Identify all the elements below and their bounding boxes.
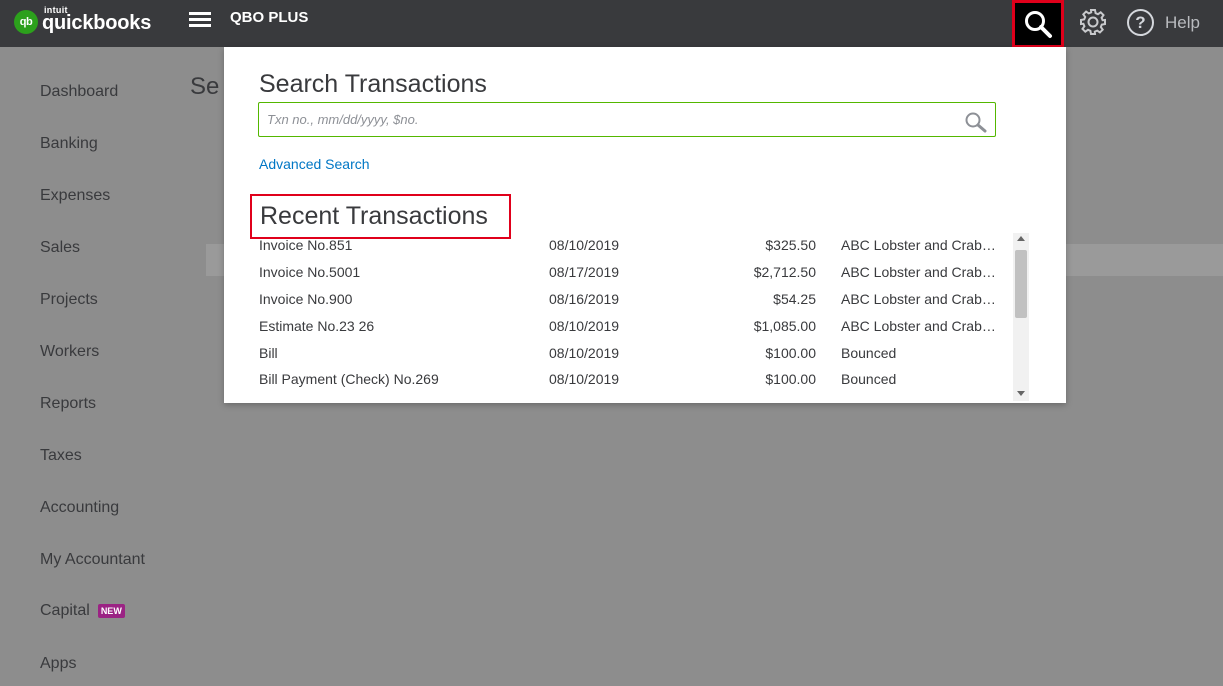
company-name: QBO PLUS — [230, 9, 309, 26]
sidebar-item-label: Taxes — [40, 447, 82, 464]
page-title: Se — [190, 73, 220, 100]
txn-amount: $325.50 — [765, 237, 816, 253]
txn-amount: $100.00 — [765, 371, 816, 387]
table-row[interactable]: Estimate No.23 26 08/10/2019 $1,085.00 A… — [259, 314, 1014, 341]
search-icon — [1025, 11, 1052, 38]
txn-name: Bill Payment (Check) No.269 — [259, 371, 439, 387]
txn-date: 08/17/2019 — [549, 264, 620, 280]
sidebar-item-label: Projects — [40, 291, 98, 308]
sidebar-item-label: Sales — [40, 239, 81, 256]
sidebar-item-label: Capital — [40, 602, 90, 619]
txn-payee: ABC Lobster and Crab Co. — [841, 318, 996, 334]
scroll-thumb[interactable] — [1015, 250, 1027, 318]
sidebar-item-workers[interactable]: Workers — [40, 343, 99, 361]
table-row[interactable]: Invoice No.851 08/10/2019 $325.50 ABC Lo… — [259, 233, 1014, 260]
txn-payee: Bounced — [841, 345, 897, 361]
top-bar: qb intuit quickbooks QBO PLUS ? Help — [0, 0, 1223, 48]
recent-transactions-title: Recent Transactions — [260, 202, 488, 230]
sidebar-item-label: Reports — [40, 395, 97, 412]
sidebar-item-label: Expenses — [40, 187, 111, 204]
help-button[interactable]: ? Help — [1127, 9, 1200, 36]
txn-payee: ABC Lobster and Crab Co. — [841, 291, 996, 307]
txn-date: 08/10/2019 — [549, 345, 620, 361]
sidebar-item-apps[interactable]: Apps — [40, 655, 76, 673]
scroll-up-icon[interactable] — [1017, 236, 1025, 241]
new-badge: NEW — [97, 604, 125, 618]
sidebar-item-label: Workers — [40, 343, 100, 360]
sidebar-item-expenses[interactable]: Expenses — [40, 187, 110, 205]
txn-name: Bill — [259, 345, 278, 361]
txn-amount: $2,712.50 — [753, 264, 816, 280]
txn-name: Invoice No.5001 — [259, 264, 361, 280]
txn-payee: ABC Lobster and Crab Co. — [841, 264, 996, 280]
sidebar-item-taxes[interactable]: Taxes — [40, 447, 82, 465]
txn-date: 08/16/2019 — [549, 291, 620, 307]
sidebar-item-accounting[interactable]: Accounting — [40, 499, 119, 517]
search-input[interactable] — [267, 103, 947, 136]
intuit-label: intuit — [44, 5, 68, 15]
sidebar-item-label: Apps — [40, 655, 77, 672]
sidebar-item-label: My Accountant — [40, 551, 145, 568]
txn-amount: $100.00 — [765, 345, 816, 361]
search-field — [258, 102, 996, 137]
txn-payee: Bounced — [841, 371, 897, 387]
help-label: Help — [1165, 12, 1200, 32]
search-panel: Search Transactions Advanced Search Rece… — [224, 47, 1066, 403]
table-row[interactable]: Invoice No.900 08/16/2019 $54.25 ABC Lob… — [259, 287, 1014, 314]
txn-amount: $1,085.00 — [753, 318, 816, 334]
advanced-search-link[interactable]: Advanced Search — [259, 156, 370, 172]
sidebar-item-capital[interactable]: Capital NEW — [40, 602, 125, 620]
menu-icon[interactable] — [189, 12, 211, 28]
quickbooks-badge-icon: qb — [14, 9, 38, 34]
help-icon: ? — [1127, 9, 1154, 36]
sidebar-item-banking[interactable]: Banking — [40, 135, 98, 153]
txn-date: 08/10/2019 — [549, 318, 620, 334]
search-button[interactable] — [1012, 0, 1064, 48]
sidebar-item-sales[interactable]: Sales — [40, 239, 80, 257]
transaction-list-scrollbar[interactable] — [1013, 233, 1029, 401]
gear-icon — [1080, 9, 1106, 35]
quickbooks-logo[interactable]: qb intuit quickbooks — [14, 5, 152, 35]
sidebar-item-label: Dashboard — [40, 83, 119, 100]
transaction-list: Invoice No.851 08/10/2019 $325.50 ABC Lo… — [259, 233, 1029, 403]
search-panel-title: Search Transactions — [259, 70, 487, 98]
sidebar: Dashboard Banking Expenses Sales Project… — [0, 47, 180, 686]
quickbooks-label: quickbooks — [42, 12, 152, 34]
sidebar-item-label: Accounting — [40, 499, 120, 516]
txn-name: Invoice No.851 — [259, 237, 353, 253]
txn-name: Invoice No.900 — [259, 291, 353, 307]
txn-date: 08/10/2019 — [549, 371, 620, 387]
logo-wordmark: intuit quickbooks — [42, 5, 152, 35]
sidebar-item-my-accountant[interactable]: My Accountant — [40, 551, 145, 569]
scroll-down-icon[interactable] — [1017, 391, 1025, 396]
sidebar-item-label: Banking — [40, 135, 98, 152]
sidebar-item-projects[interactable]: Projects — [40, 291, 98, 309]
search-icon — [965, 112, 987, 133]
table-row[interactable]: Invoice No.5001 08/17/2019 $2,712.50 ABC… — [259, 260, 1014, 287]
txn-date: 08/10/2019 — [549, 237, 620, 253]
table-row[interactable]: Bill 08/10/2019 $100.00 Bounced — [259, 341, 1014, 368]
table-row[interactable]: Bill Payment (Check) No.269 08/10/2019 $… — [259, 367, 1014, 394]
txn-name: Estimate No.23 26 — [259, 318, 375, 334]
settings-button[interactable] — [1078, 7, 1108, 37]
sidebar-item-dashboard[interactable]: Dashboard — [40, 83, 118, 101]
txn-amount: $54.25 — [773, 291, 816, 307]
sidebar-item-reports[interactable]: Reports — [40, 395, 96, 413]
txn-payee: ABC Lobster and Crab Co. — [841, 237, 996, 253]
